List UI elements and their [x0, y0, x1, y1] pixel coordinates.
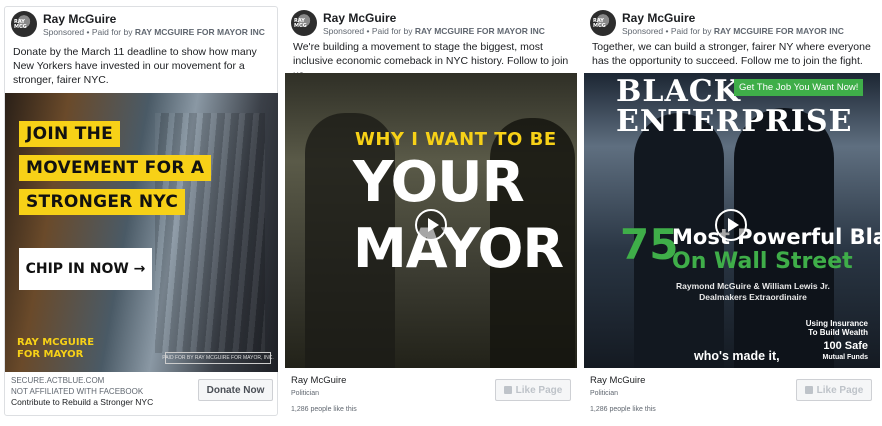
footer-category: Politician — [590, 390, 619, 397]
play-icon[interactable] — [415, 209, 447, 241]
like-page-button[interactable]: Like Page — [495, 379, 571, 401]
chip-in-overlay: CHIP IN NOW → — [19, 248, 152, 290]
sponsored-line: Sponsored • Paid for by RAY MCGUIRE FOR … — [622, 26, 844, 36]
page-avatar[interactable]: RAY MCG — [590, 10, 616, 36]
avatar-text: RAY MCG — [294, 18, 307, 29]
paid-for-prefix: Paid for by — [670, 26, 712, 36]
sponsored-label: Sponsored — [622, 26, 664, 36]
like-page-button[interactable]: Like Page — [796, 379, 872, 401]
paid-for-by: RAY MCGUIRE FOR MAYOR INC — [134, 27, 265, 37]
footer-likes: 1,286 people like this — [590, 406, 656, 413]
link-notice: NOT AFFILIATED WITH FACEBOOK — [11, 387, 144, 396]
paid-for-by: RAY MCGUIRE FOR MAYOR INC — [414, 26, 545, 36]
ad-body-text: Donate by the March 11 deadline to show … — [13, 46, 257, 86]
link-description: Contribute to Rebuild a Stronger NYC — [11, 397, 154, 407]
page-name-link[interactable]: Ray McGuire — [622, 11, 695, 25]
video-small-line: WHY I WANT TO BE — [355, 129, 557, 150]
thumbs-up-icon — [503, 386, 512, 394]
page-name-link[interactable]: Ray McGuire — [43, 12, 116, 26]
paid-for-by: RAY MCGUIRE FOR MAYOR INC — [713, 26, 844, 36]
ad-image[interactable]: JOIN THE MOVEMENT FOR A STRONGER NYC CHI… — [5, 93, 278, 372]
footer-category: Politician — [291, 390, 320, 397]
logo-line-2: FOR MAYOR — [17, 349, 84, 360]
magazine-side-2: 100 Safe Mutual Funds — [823, 341, 869, 363]
names-line-2: Dealmakers Extraordinaire — [699, 292, 807, 302]
headline-line-3: STRONGER NYC — [19, 189, 186, 215]
avatar-text: RAY MCG — [14, 19, 27, 30]
magazine-headline-2: On Wall Street — [672, 249, 853, 274]
page-footer: Ray McGuire Politician 1,286 people like… — [590, 375, 656, 415]
magazine-badge: Get The Job You Want Now! — [734, 79, 864, 96]
like-page-label: Like Page — [515, 384, 563, 396]
headline-line-2: MOVEMENT FOR A — [19, 155, 212, 181]
side2-line-2: Mutual Funds — [822, 354, 869, 361]
sponsored-line: Sponsored • Paid for by RAY MCGUIRE FOR … — [323, 26, 545, 36]
like-page-label: Like Page — [816, 384, 864, 396]
footer-page-name[interactable]: Ray McGuire — [291, 375, 346, 386]
ad-card-1: RAY MCG Ray McGuire Sponsored • Paid for… — [4, 6, 278, 416]
donate-now-button[interactable]: Donate Now — [198, 379, 273, 401]
page-avatar[interactable]: RAY MCG — [291, 10, 317, 36]
magazine-side-1: Using Insurance To Build Wealth — [806, 319, 868, 337]
masthead-line-2: ENTERPRISE — [616, 104, 853, 139]
ad-video[interactable]: BLACK ENTERPRISE Get The Job You Want No… — [584, 73, 880, 368]
play-icon[interactable] — [715, 209, 747, 241]
magazine-headline-1: Most Powerful Blacks — [672, 225, 880, 249]
campaign-logo: RAY MCGUIRE FOR MAYOR — [17, 337, 94, 361]
video-caption: who's made it, — [694, 349, 780, 363]
link-footer[interactable]: SECURE.ACTBLUE.COM NOT AFFILIATED WITH F… — [11, 375, 153, 408]
video-big-line-1: YOUR — [353, 150, 525, 215]
thumbs-up-icon — [804, 386, 813, 394]
footer-likes: 1,286 people like this — [291, 406, 357, 413]
paid-for-prefix: Paid for by — [371, 26, 413, 36]
ad-card-2: RAY MCG Ray McGuire Sponsored • Paid for… — [285, 6, 577, 416]
sponsored-line: Sponsored • Paid for by RAY MCGUIRE FOR … — [43, 27, 265, 37]
ad-card-3: RAY MCG Ray McGuire Sponsored • Paid for… — [584, 6, 880, 416]
ad-body-text: Together, we can build a stronger, faire… — [592, 41, 871, 67]
page-footer: Ray McGuire Politician 1,286 people like… — [291, 375, 357, 415]
side1-line-1: Using Insurance — [805, 319, 868, 328]
side2-line-1: 100 Safe — [823, 340, 868, 352]
magazine-names: Raymond McGuire & William Lewis Jr. Deal… — [676, 281, 830, 303]
sponsored-label: Sponsored — [323, 26, 365, 36]
page-avatar[interactable]: RAY MCG — [11, 11, 37, 37]
names-line-1: Raymond McGuire & William Lewis Jr. — [676, 281, 830, 291]
side1-line-2: To Build Wealth — [808, 328, 868, 337]
sponsored-label: Sponsored — [43, 27, 85, 37]
ad-video[interactable]: WHY I WANT TO BE YOUR MAYOR — [285, 73, 577, 368]
video-big-line-2: MAYOR — [353, 217, 564, 280]
headline-line-1: JOIN THE — [19, 121, 121, 147]
paid-for-prefix: Paid for by — [91, 27, 133, 37]
avatar-text: RAY MCG — [593, 18, 606, 29]
page-name-link[interactable]: Ray McGuire — [323, 11, 396, 25]
magazine-number: 75 — [620, 220, 679, 269]
paid-for-box: PAID FOR BY RAY MCGUIRE FOR MAYOR, INC. — [162, 352, 274, 364]
footer-page-name[interactable]: Ray McGuire — [590, 375, 645, 386]
logo-line-1: RAY MCGUIRE — [17, 337, 95, 348]
link-domain: SECURE.ACTBLUE.COM — [11, 376, 105, 385]
